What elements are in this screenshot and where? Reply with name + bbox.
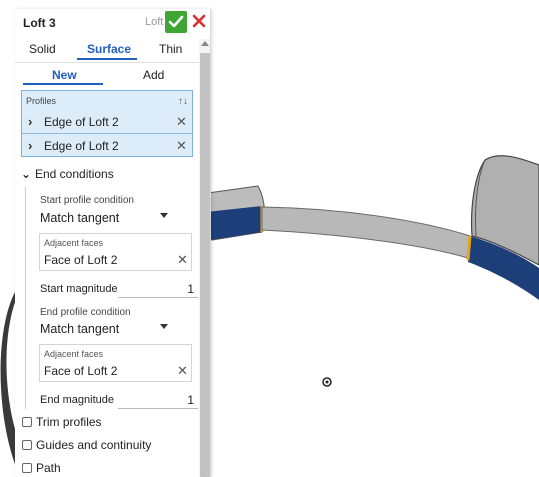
end-magnitude-label: End magnitude [40, 394, 114, 406]
loft-feature-dialog: Loft 3 Loft 3 Solid Surface Thin New Add… [15, 9, 211, 477]
end-conditions-label: End conditions [35, 167, 114, 181]
trim-profiles-label: Trim profiles [36, 415, 102, 429]
profiles-label: Profiles [26, 96, 57, 106]
tabs-divider [15, 62, 199, 63]
chevron-down-icon [160, 324, 168, 329]
dialog-title: Loft 3 [23, 16, 56, 30]
left-blue-band[interactable] [206, 206, 262, 240]
profile-item[interactable]: › Edge of Loft 2 ✕ [22, 111, 192, 133]
end-condition-dropdown[interactable]: Match tangent [40, 320, 172, 338]
profiles-divider [22, 133, 192, 134]
trim-profiles-checkbox[interactable] [22, 417, 32, 427]
dialog-titlebar: Loft 3 Loft 3 [15, 9, 210, 35]
start-magnitude-label: Start magnitude [40, 283, 118, 295]
remove-icon[interactable]: ✕ [176, 138, 187, 154]
start-condition-label: Start profile condition [40, 195, 134, 206]
scroll-up-icon[interactable] [201, 41, 209, 46]
profile-item-label: Edge of Loft 2 [44, 115, 119, 129]
guides-continuity-label: Guides and continuity [36, 438, 152, 452]
mode-active-indicator [23, 83, 103, 85]
confirm-button[interactable] [165, 11, 187, 33]
end-conditions-header[interactable]: ⌄ End conditions [21, 167, 114, 181]
path-label: Path [36, 461, 61, 475]
chevron-down-icon [160, 213, 168, 218]
checkmark-icon [168, 15, 184, 28]
guides-continuity-checkbox[interactable] [22, 440, 32, 450]
adjacent-faces-label: Adjacent faces [44, 238, 104, 248]
loft-surface[interactable] [261, 206, 471, 259]
remove-icon[interactable]: ✕ [176, 114, 187, 130]
tab-add[interactable]: Add [143, 68, 164, 82]
scrollbar-thumb[interactable] [200, 53, 210, 477]
section-indent-line [25, 187, 26, 409]
tab-active-indicator [77, 58, 137, 60]
tab-surface[interactable]: Surface [87, 42, 131, 56]
path-checkbox[interactable] [22, 463, 32, 473]
remove-icon[interactable]: ✕ [177, 252, 188, 268]
cancel-button[interactable] [191, 13, 207, 29]
tab-solid[interactable]: Solid [29, 42, 56, 56]
profile-item[interactable]: › Edge of Loft 2 ✕ [22, 135, 192, 157]
adjacent-faces-label: Adjacent faces [44, 349, 104, 359]
end-adjacent-faces-box[interactable]: Adjacent faces Face of Loft 2 ✕ [39, 344, 192, 382]
adjacent-face-value: Face of Loft 2 [44, 253, 118, 267]
chevron-down-icon[interactable]: ⌄ [21, 167, 35, 181]
tab-thin[interactable]: Thin [159, 42, 182, 56]
end-magnitude-input[interactable]: 1 [118, 392, 198, 409]
profiles-selection-box[interactable]: Profiles ↑↓ › Edge of Loft 2 ✕ › Edge of… [21, 90, 193, 157]
tab-new[interactable]: New [52, 68, 77, 82]
reorder-icon[interactable]: ↑↓ [178, 96, 188, 107]
right-edge-highlight [466, 235, 472, 261]
profile-item-label: Edge of Loft 2 [44, 139, 119, 153]
chevron-right-icon[interactable]: › [28, 114, 32, 129]
remove-icon[interactable]: ✕ [177, 363, 188, 379]
start-condition-value: Match tangent [40, 211, 120, 225]
start-magnitude-row: Start magnitude 1 [40, 281, 198, 299]
end-condition-label: End profile condition [40, 307, 131, 318]
start-adjacent-faces-box[interactable]: Adjacent faces Face of Loft 2 ✕ [39, 233, 192, 271]
adjacent-face-value: Face of Loft 2 [44, 364, 118, 378]
body-type-tabs: Solid Surface Thin [15, 39, 199, 61]
start-condition-dropdown[interactable]: Match tangent [40, 209, 172, 227]
origin-dot [325, 380, 329, 384]
end-condition-value: Match tangent [40, 322, 120, 336]
start-magnitude-input[interactable]: 1 [118, 281, 198, 298]
close-icon [192, 14, 206, 28]
panel-scrollbar[interactable] [199, 39, 210, 477]
chevron-right-icon[interactable]: › [28, 138, 32, 153]
end-magnitude-row: End magnitude 1 [40, 392, 198, 410]
